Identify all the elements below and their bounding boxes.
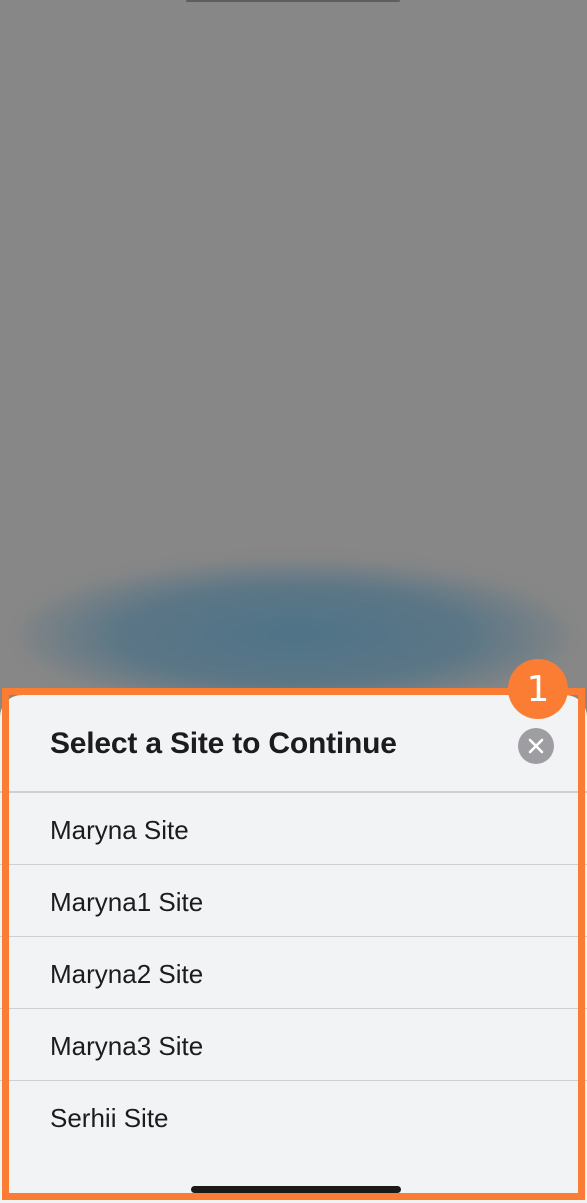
site-item-label: Maryna Site: [50, 815, 189, 845]
sheet-title: Select a Site to Continue: [50, 727, 397, 760]
site-item-maryna2[interactable]: Maryna2 Site: [0, 937, 587, 1009]
site-item-label: Maryna1 Site: [50, 887, 204, 917]
screen: Select a Site to Continue Maryna Site Ma…: [0, 0, 587, 1203]
blurred-background-content: [20, 560, 570, 710]
close-button[interactable]: [518, 728, 554, 764]
close-icon: [528, 738, 544, 754]
site-item-serhii[interactable]: Serhii Site: [0, 1081, 587, 1153]
site-list: Maryna Site Maryna1 Site Maryna2 Site Ma…: [0, 793, 587, 1153]
site-selection-sheet: Select a Site to Continue Maryna Site Ma…: [0, 695, 587, 1203]
sheet-header: Select a Site to Continue: [0, 695, 587, 793]
site-item-maryna[interactable]: Maryna Site: [0, 793, 587, 865]
site-item-label: Serhii Site: [50, 1103, 169, 1133]
site-item-maryna1[interactable]: Maryna1 Site: [0, 865, 587, 937]
home-indicator[interactable]: [191, 1186, 401, 1193]
annotation-step-badge: 1: [508, 659, 568, 719]
site-item-maryna3[interactable]: Maryna3 Site: [0, 1009, 587, 1081]
status-bar-edge: [186, 0, 400, 2]
site-item-label: Maryna2 Site: [50, 959, 204, 989]
site-item-label: Maryna3 Site: [50, 1031, 204, 1061]
